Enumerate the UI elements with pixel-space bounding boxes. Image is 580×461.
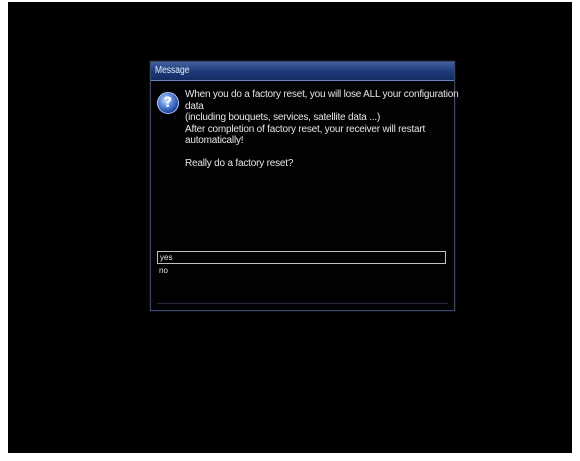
message-line: data [185, 100, 204, 112]
choice-list: yes no [157, 251, 446, 277]
option-yes[interactable]: yes [157, 251, 446, 264]
message-line: After completion of factory reset, your … [185, 123, 426, 135]
message-line: (including bouquets, services, satellite… [185, 112, 381, 123]
message-text: When you do a factory reset, you will lo… [185, 89, 459, 169]
message-dialog: Message ? When you do a factory reset, y… [150, 61, 459, 311]
message-line: When you do a factory reset, you will lo… [185, 89, 459, 100]
question-icon: ? [157, 92, 179, 114]
dialog-divider [157, 303, 448, 304]
dialog-title: Message [155, 65, 190, 76]
message-line: automatically! [185, 135, 244, 146]
dialog-title-bar: Message [151, 62, 454, 81]
confirm-question: Really do a factory reset? [185, 157, 294, 169]
option-no[interactable]: no [157, 264, 446, 277]
tv-screen: Message ? When you do a factory reset, y… [8, 2, 572, 453]
